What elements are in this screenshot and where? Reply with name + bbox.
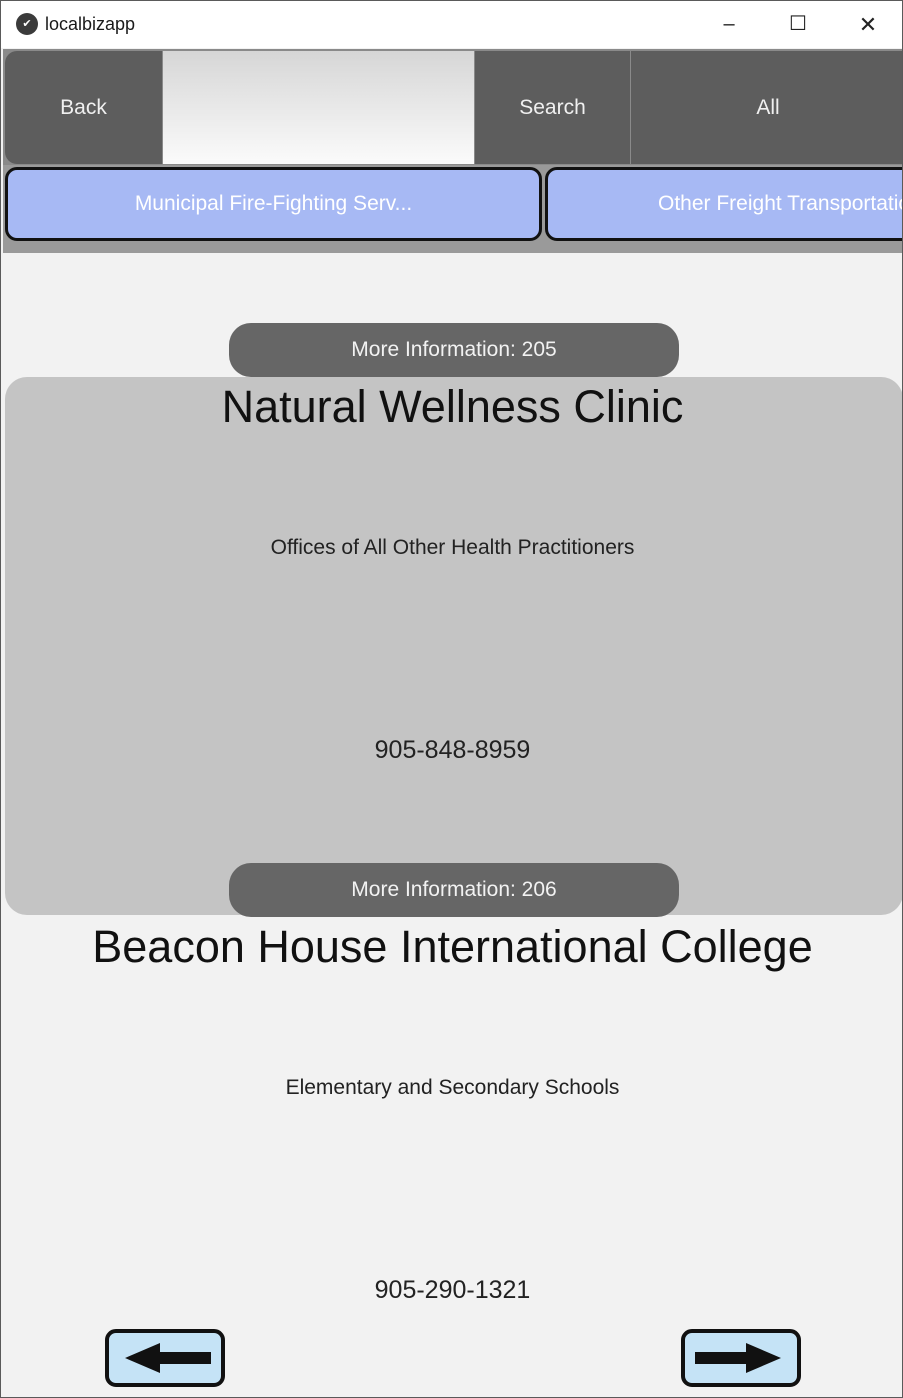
left-arrow-icon [105, 1329, 225, 1387]
business-name: Natural Wellness Clinic [221, 381, 684, 432]
business-phone: 905-290-1321 [374, 1276, 531, 1304]
business-phone: 905-848-8959 [374, 736, 531, 764]
title-bar: ✔ localbizapp – ☐ ✕ [1, 1, 902, 48]
all-button[interactable]: All [631, 51, 902, 164]
previous-page-button[interactable] [105, 1329, 225, 1387]
window-title: localbizapp [45, 14, 136, 34]
category-button-freight[interactable]: Other Freight Transportation [545, 167, 902, 241]
more-information-button[interactable]: More Information: 205 [229, 323, 679, 377]
top-toolbar: Back Search All [3, 49, 902, 165]
search-button[interactable]: Search [475, 51, 630, 164]
search-input[interactable] [163, 51, 474, 164]
app-window: ✔ localbizapp – ☐ ✕ Back Search All Muni… [0, 0, 903, 1398]
maximize-button[interactable]: ☐ [763, 1, 833, 48]
listing-card-highlight [5, 377, 902, 915]
business-category: Elementary and Secondary Schools [285, 1076, 620, 1099]
close-button[interactable]: ✕ [833, 1, 902, 48]
back-button[interactable]: Back [5, 51, 162, 164]
category-bar: Municipal Fire-Fighting Serv... Other Fr… [3, 165, 902, 253]
app-logo-icon: ✔ [16, 13, 38, 35]
business-category: Offices of All Other Health Practitioner… [270, 536, 635, 559]
minimize-button[interactable]: – [694, 1, 764, 48]
right-arrow-icon [681, 1329, 801, 1387]
category-button-fire-fighting[interactable]: Municipal Fire-Fighting Serv... [5, 167, 542, 241]
more-information-button[interactable]: More Information: 206 [229, 863, 679, 917]
business-name: Beacon House International College [92, 921, 813, 972]
next-page-button[interactable] [681, 1329, 801, 1387]
